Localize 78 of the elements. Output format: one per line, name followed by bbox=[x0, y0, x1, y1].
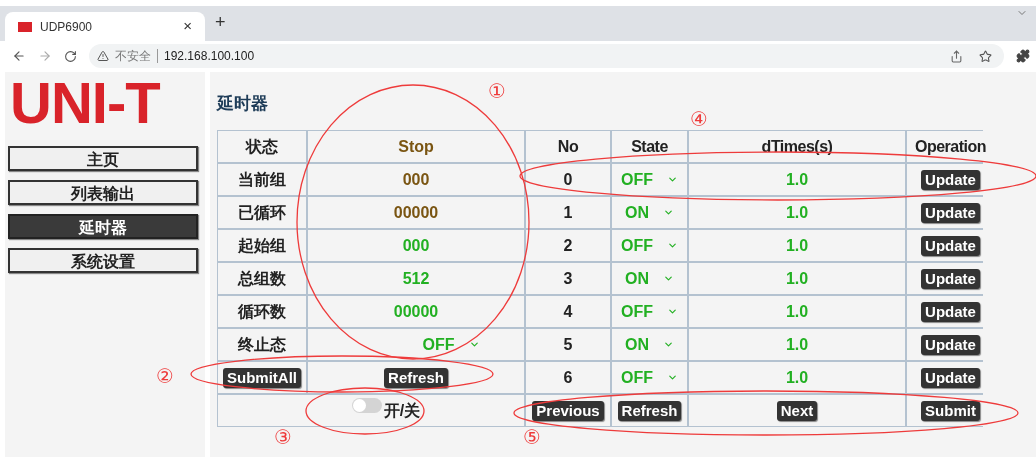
table-cell: 1 bbox=[526, 197, 610, 228]
chevron-icon bbox=[663, 207, 674, 218]
row-label: 循环数 bbox=[218, 296, 306, 327]
annotation-number: ④ bbox=[690, 108, 708, 130]
chevron-icon bbox=[667, 240, 678, 251]
chevron-icon bbox=[663, 339, 674, 350]
annotation-number: ① bbox=[488, 80, 506, 102]
sidebar-item[interactable]: 列表输出 bbox=[8, 180, 198, 205]
table-cell: 1.0 bbox=[689, 329, 905, 360]
status-value: 00000 bbox=[308, 197, 524, 228]
puzzle-icon[interactable] bbox=[1016, 49, 1030, 63]
table-cell: 1.0 bbox=[689, 362, 905, 393]
url-text: 192.168.100.100 bbox=[164, 48, 255, 65]
column-header: No bbox=[526, 131, 610, 162]
status-value: 00000 bbox=[308, 296, 524, 327]
sidebar-item[interactable]: 延时器 bbox=[8, 214, 198, 239]
back-icon[interactable] bbox=[12, 49, 26, 63]
tab-title: UDP6900 bbox=[40, 18, 94, 36]
action-button[interactable]: Refresh bbox=[617, 400, 682, 421]
action-button[interactable]: SubmitAll bbox=[223, 367, 301, 388]
action-button[interactable]: Submit bbox=[921, 400, 980, 421]
row-label: 起始组 bbox=[218, 230, 306, 261]
address-field[interactable]: 不安全 192.168.100.100 bbox=[89, 44, 1004, 68]
table-cell: 1.0 bbox=[689, 230, 905, 261]
share-icon[interactable] bbox=[950, 49, 963, 63]
warning-icon bbox=[97, 50, 109, 62]
row-label: 终止态 bbox=[218, 329, 306, 360]
new-tab-button[interactable]: + bbox=[215, 9, 226, 36]
table-cell: 1.0 bbox=[689, 197, 905, 228]
row-label: 已循环 bbox=[218, 197, 306, 228]
action-button[interactable]: Update bbox=[921, 169, 980, 190]
status-value: 000 bbox=[308, 164, 524, 195]
table-cell: 0 bbox=[526, 164, 610, 195]
action-button[interactable]: Refresh bbox=[384, 367, 448, 388]
action-button[interactable]: Update bbox=[921, 367, 980, 388]
row-label: 当前组 bbox=[218, 164, 306, 195]
chevron-icon bbox=[468, 339, 480, 350]
star-icon[interactable] bbox=[979, 49, 992, 63]
table-cell: 5 bbox=[526, 329, 610, 360]
action-button[interactable]: Next bbox=[776, 400, 818, 421]
table-cell: 1.0 bbox=[689, 296, 905, 327]
annotation-number: ⑤ bbox=[523, 426, 541, 448]
action-button[interactable]: Update bbox=[921, 235, 980, 256]
page-title: 延时器 bbox=[217, 93, 269, 115]
action-button[interactable]: Update bbox=[921, 334, 980, 355]
status-value: Stop bbox=[308, 131, 524, 162]
close-button[interactable]: × bbox=[183, 15, 192, 38]
reload-icon[interactable] bbox=[64, 49, 77, 63]
table-cell: 1.0 bbox=[689, 263, 905, 294]
action-button[interactable]: Previous bbox=[532, 400, 604, 421]
annotation-number: ③ bbox=[274, 426, 292, 448]
toggle-switch[interactable] bbox=[351, 398, 382, 413]
table-cell: 4 bbox=[526, 296, 610, 327]
table-cell: 1.0 bbox=[689, 164, 905, 195]
favicon-icon bbox=[18, 21, 32, 32]
status-value: 512 bbox=[308, 263, 524, 294]
toggle-label: 开/关 bbox=[383, 400, 421, 421]
sidebar-item[interactable]: 主页 bbox=[8, 146, 198, 171]
chevron-icon bbox=[663, 273, 674, 284]
table-cell: 2 bbox=[526, 230, 610, 261]
annotation-number: ② bbox=[156, 365, 174, 387]
sidebar-item[interactable]: 系统设置 bbox=[8, 248, 198, 273]
chevron-icon bbox=[667, 372, 678, 383]
column-header: dTimes(s) bbox=[689, 131, 905, 162]
chevron-icon bbox=[667, 306, 678, 317]
action-button[interactable]: Update bbox=[921, 301, 980, 322]
browser-tab[interactable]: UDP6900 × bbox=[5, 12, 205, 41]
action-button[interactable]: Update bbox=[921, 202, 980, 223]
action-button[interactable]: Update bbox=[921, 268, 980, 289]
row-label: 总组数 bbox=[218, 263, 306, 294]
column-header: 状态 bbox=[218, 131, 306, 162]
chevron-icon bbox=[667, 174, 678, 185]
column-header: State bbox=[612, 131, 687, 162]
security-label: 不安全 bbox=[115, 48, 151, 65]
status-value: 000 bbox=[308, 230, 524, 261]
table-cell: 6 bbox=[526, 362, 610, 393]
table-cell: 3 bbox=[526, 263, 610, 294]
logo: UNI-T bbox=[10, 78, 160, 128]
